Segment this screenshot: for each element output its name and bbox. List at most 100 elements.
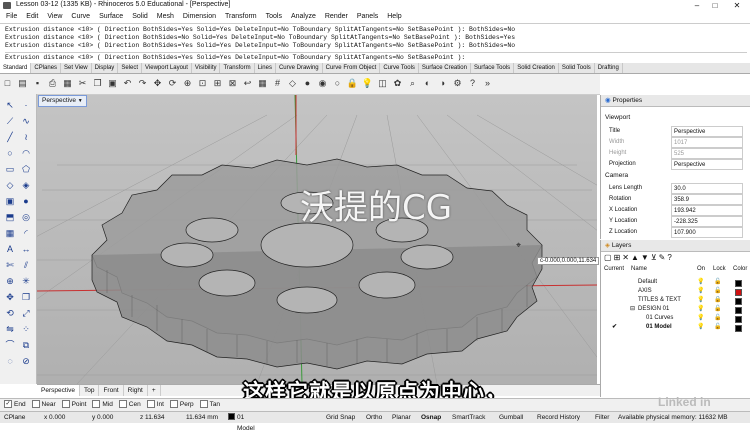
lock-icon[interactable]: 🔒 <box>714 296 721 304</box>
menu-help[interactable]: Help <box>387 13 401 20</box>
checkbox[interactable] <box>199 400 208 409</box>
layer-color-swatch[interactable] <box>735 306 742 314</box>
material-icon[interactable]: ◑ <box>436 77 449 90</box>
delete-layer-icon[interactable]: ✕ <box>622 253 631 262</box>
light-bulb-icon[interactable]: 💡 <box>697 278 704 286</box>
osnap-mid[interactable]: Mid <box>92 399 113 411</box>
menu-curve[interactable]: Curve <box>71 13 90 20</box>
osnap-tan[interactable]: Tan <box>199 399 220 411</box>
loft-icon[interactable]: ◈ <box>19 178 33 192</box>
four-views-icon[interactable]: ▦ <box>256 77 269 90</box>
light-bulb-icon[interactable]: 💡 <box>697 323 704 331</box>
checkbox[interactable] <box>31 400 40 409</box>
unlock-icon[interactable]: 🔓 <box>714 314 721 322</box>
group-icon[interactable]: ⧉ <box>19 338 33 352</box>
checkbox[interactable] <box>61 400 70 409</box>
prop-value-z-location[interactable]: 107.900 <box>671 227 743 238</box>
wireframe-icon[interactable]: ○ <box>331 77 344 90</box>
zoom-extents-icon[interactable]: ⊞ <box>211 77 224 90</box>
prop-value-title[interactable]: Perspective <box>671 126 743 137</box>
save-icon[interactable]: ▪ <box>31 77 44 90</box>
boolean-icon[interactable]: ◎ <box>19 210 33 224</box>
sphere-icon[interactable]: ● <box>19 194 33 208</box>
layer-row[interactable]: AXIS 💡 🔓 <box>604 287 750 296</box>
hide-icon[interactable]: ◌ <box>3 354 17 368</box>
cplane-label[interactable]: CPlane <box>4 412 25 423</box>
prop-value-y-location[interactable]: -228.325 <box>671 216 743 227</box>
mesh-icon[interactable]: ▦ <box>3 226 17 240</box>
planar-toggle[interactable]: Planar <box>392 412 411 423</box>
checkbox[interactable] <box>169 400 178 409</box>
move-up-icon[interactable]: ▲ <box>631 253 641 262</box>
command-prompt-input[interactable]: Extrusion distance <10> ( Direction Both… <box>5 52 747 61</box>
curve-icon[interactable]: ∿ <box>19 114 33 128</box>
zoom-icon[interactable]: ⊕ <box>181 77 194 90</box>
select-arrow-icon[interactable]: ↖ <box>3 98 17 112</box>
menu-edit[interactable]: Edit <box>26 13 38 20</box>
menu-dimension[interactable]: Dimension <box>183 13 216 20</box>
layer-color-swatch[interactable] <box>735 297 742 305</box>
copy-icon[interactable]: ❐ <box>91 77 104 90</box>
tab-curve-drawing[interactable]: Curve Drawing <box>276 63 323 73</box>
menu-tools[interactable]: Tools <box>266 13 282 20</box>
menu-transform[interactable]: Transform <box>225 13 257 20</box>
tab-select[interactable]: Select <box>118 63 142 73</box>
undo-view-icon[interactable]: ↩ <box>241 77 254 90</box>
collapse-icon[interactable]: ⊟ <box>630 305 635 313</box>
tab-curve-from-object[interactable]: Curve From Object <box>323 63 381 73</box>
tab-curve-tools[interactable]: Curve Tools <box>380 63 419 73</box>
cut-icon[interactable]: ✂ <box>76 77 89 90</box>
zoom-selected-icon[interactable]: ⊠ <box>226 77 239 90</box>
chevron-down-icon[interactable]: ▼ <box>78 98 83 104</box>
copy-object-icon[interactable]: ❐ <box>19 290 33 304</box>
move-down-icon[interactable]: ▼ <box>641 253 651 262</box>
shaded-icon[interactable]: ● <box>301 77 314 90</box>
menu-file[interactable]: File <box>6 13 17 20</box>
tab-drafting[interactable]: Drafting <box>595 63 623 73</box>
smarttrack-toggle[interactable]: SmartTrack <box>452 412 485 423</box>
light-bulb-icon[interactable]: 💡 <box>697 296 704 304</box>
layer-color-swatch[interactable] <box>735 324 742 332</box>
surface-icon[interactable]: ◇ <box>3 178 17 192</box>
prop-value-rotation[interactable]: 358.9 <box>671 194 743 205</box>
explode-icon[interactable]: ✳ <box>19 274 33 288</box>
tab-standard[interactable]: Standard <box>0 63 32 73</box>
color-wheel-icon[interactable]: ✿ <box>391 77 404 90</box>
trim-icon[interactable]: ✄ <box>3 258 17 272</box>
minimize-button[interactable]: – <box>688 0 706 11</box>
render-sphere-icon[interactable]: ◉ <box>316 77 329 90</box>
tab-surface-tools[interactable]: Surface Tools <box>471 63 515 73</box>
rectangle-icon[interactable]: ▭ <box>3 162 17 176</box>
menu-panels[interactable]: Panels <box>357 13 378 20</box>
menu-render[interactable]: Render <box>325 13 348 20</box>
layer-row[interactable]: ⊟ DESIGN 01 💡 🔓 <box>604 305 750 314</box>
print-icon[interactable]: ⎙ <box>46 77 59 90</box>
maximize-button[interactable]: □ <box>706 0 724 11</box>
redo-icon[interactable]: ↷ <box>136 77 149 90</box>
gumball-toggle[interactable]: Gumball <box>499 412 523 423</box>
text-icon[interactable]: A <box>3 242 17 256</box>
cplane-icon[interactable]: ◇ <box>286 77 299 90</box>
fillet-icon[interactable]: ◜ <box>19 226 33 240</box>
tab-solid-creation[interactable]: Solid Creation <box>514 63 559 73</box>
grid-snap-toggle[interactable]: Grid Snap <box>326 412 355 423</box>
close-button[interactable]: ✕ <box>728 0 746 11</box>
analyze-curve-icon[interactable]: ⌒ <box>3 338 17 352</box>
analyze-icon[interactable]: ⌕ <box>406 77 419 90</box>
filter-toggle[interactable]: Filter <box>595 412 609 423</box>
current-layer[interactable]: 01 Model <box>228 412 255 432</box>
unlock-icon[interactable]: 🔓 <box>714 323 721 331</box>
properties-icon[interactable]: ▦ <box>61 77 74 90</box>
open-folder-icon[interactable]: ▤ <box>16 77 29 90</box>
layer-row[interactable]: TITLES & TEXT 💡 🔒 <box>604 296 750 305</box>
paste-icon[interactable]: ▣ <box>106 77 119 90</box>
help-icon[interactable]: ? <box>667 253 673 262</box>
freeform-icon[interactable]: ≀ <box>19 130 33 144</box>
checkbox[interactable] <box>118 400 127 409</box>
tab-set-view[interactable]: Set View <box>61 63 92 73</box>
dimension-icon[interactable]: ↔ <box>19 242 33 256</box>
menu-solid[interactable]: Solid <box>132 13 148 20</box>
layer-row[interactable]: Default 💡 🔓 <box>604 278 750 287</box>
osnap-near[interactable]: Near <box>31 399 56 411</box>
rotate-icon[interactable]: ⟲ <box>3 306 17 320</box>
